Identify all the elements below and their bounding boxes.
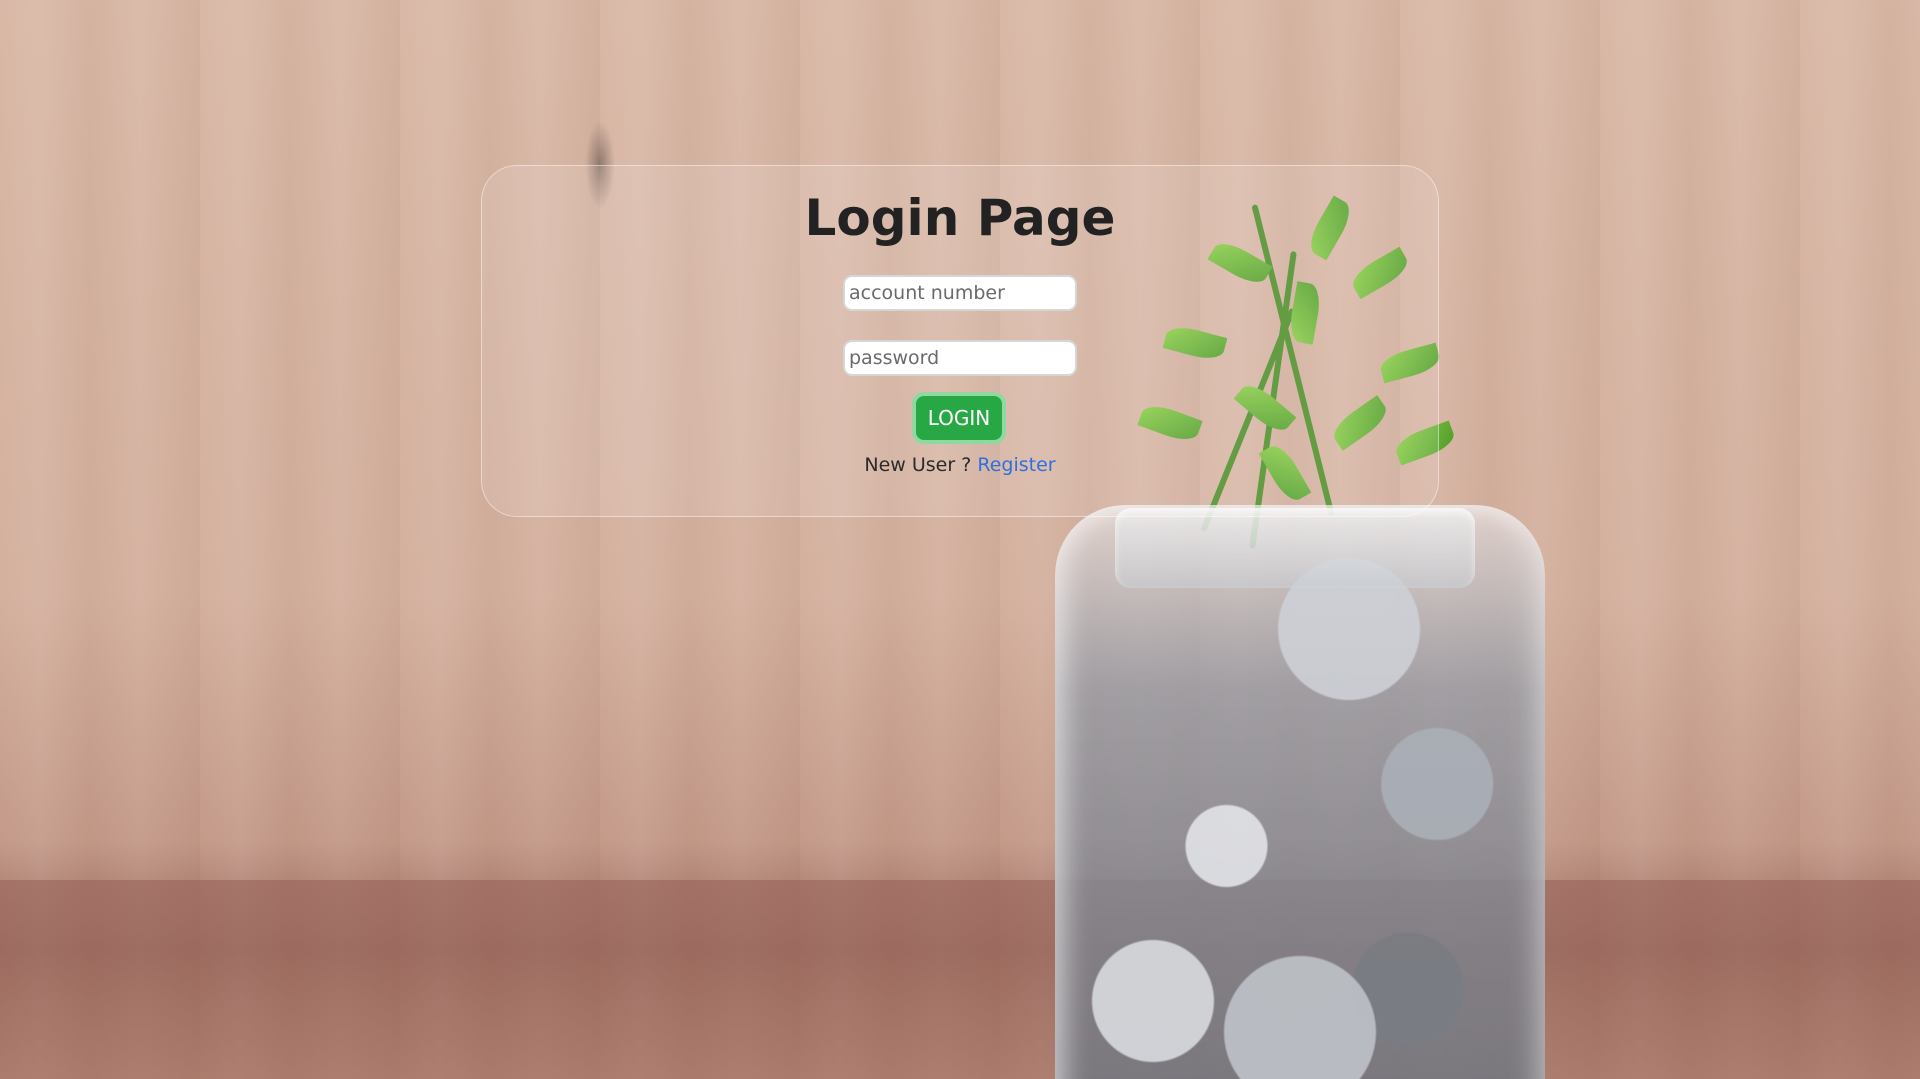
table-surface — [0, 880, 1920, 1079]
register-link[interactable]: Register — [977, 454, 1055, 476]
coin-jar-neck — [1115, 508, 1475, 588]
account-number-input[interactable] — [843, 275, 1077, 311]
new-user-text: New User ? — [864, 454, 972, 476]
login-button[interactable]: LOGIN — [912, 392, 1006, 444]
password-input[interactable] — [843, 340, 1077, 376]
login-page: Login Page LOGIN New User ? Register — [0, 0, 1920, 1079]
register-prompt: New User ? Register — [0, 454, 1920, 476]
coin-jar — [1055, 505, 1545, 1079]
page-title: Login Page — [804, 189, 1116, 247]
